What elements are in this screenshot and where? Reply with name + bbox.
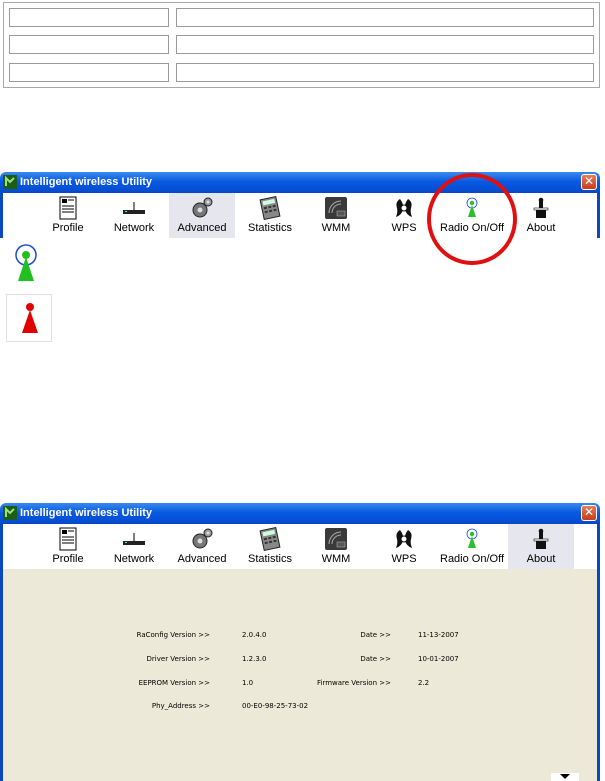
highlight-circle bbox=[427, 173, 517, 265]
table-row bbox=[9, 63, 594, 82]
eeprom-version-value: 1.0 bbox=[242, 679, 254, 687]
utility-window-about: Intelligent wireless Utility ✕ Profile N… bbox=[0, 503, 600, 781]
toolbar-item-network[interactable]: Network bbox=[101, 524, 167, 569]
radio-on-icon bbox=[15, 244, 37, 281]
empty-table bbox=[3, 2, 600, 88]
close-button[interactable]: ✕ bbox=[581, 505, 597, 521]
driver-version-value: 1.2.3.0 bbox=[242, 655, 267, 663]
about-panel: RaConfig Version >> 2.0.4.0 Date >> 11-1… bbox=[0, 569, 600, 781]
phy-address-label: Phy_Address >> bbox=[151, 702, 210, 710]
toolbar-item-advanced[interactable]: Advanced bbox=[169, 193, 235, 238]
toolbar-item-advanced[interactable]: Advanced bbox=[169, 524, 235, 569]
toolbar-label: Advanced bbox=[177, 553, 227, 565]
advanced-gear-icon bbox=[192, 528, 213, 549]
eeprom-version-label: EEPROM Version >> bbox=[138, 679, 210, 687]
toolbar-label: Statistics bbox=[247, 222, 292, 234]
app-icon bbox=[3, 506, 17, 520]
statistics-icon bbox=[259, 196, 281, 220]
toolbar-item-profile[interactable]: Profile bbox=[35, 193, 101, 238]
toolbar-item-wps[interactable]: WPS bbox=[371, 524, 437, 569]
table-row bbox=[9, 8, 594, 27]
radio-off-icon bbox=[22, 303, 38, 333]
firmware-version-value: 2.2 bbox=[418, 679, 430, 687]
toolbar-label: Network bbox=[113, 553, 155, 565]
raconfig-version-label: RaConfig Version >> bbox=[136, 631, 210, 639]
toolbar-label: Statistics bbox=[247, 553, 292, 565]
toolbar-label: Advanced bbox=[177, 222, 227, 234]
toolbar-label: WMM bbox=[321, 222, 351, 234]
toolbar: Profile Network Advanced Statistics WMM … bbox=[0, 524, 600, 569]
window-title: Intelligent wireless Utility bbox=[20, 507, 153, 519]
date-label: Date >> bbox=[360, 631, 391, 639]
date-value: 10-01-2007 bbox=[418, 655, 459, 663]
date-label: Date >> bbox=[360, 655, 391, 663]
wmm-icon bbox=[325, 197, 347, 219]
toolbar-item-wmm[interactable]: WMM bbox=[303, 193, 369, 238]
toolbar-item-profile[interactable]: Profile bbox=[35, 524, 101, 569]
app-icon bbox=[3, 175, 17, 189]
toolbar-item-radio[interactable]: Radio On/Off bbox=[437, 524, 507, 569]
table-cell bbox=[176, 63, 594, 82]
toolbar-item-network[interactable]: Network bbox=[101, 193, 167, 238]
wps-icon bbox=[396, 199, 412, 217]
raconfig-version-value: 2.0.4.0 bbox=[242, 631, 267, 639]
toolbar-label: Network bbox=[113, 222, 155, 234]
toolbar-label: Radio On/Off bbox=[440, 553, 504, 565]
wps-icon bbox=[396, 530, 412, 548]
table-row bbox=[9, 35, 594, 54]
toolbar-item-about[interactable]: About bbox=[508, 524, 574, 569]
close-button[interactable]: ✕ bbox=[581, 174, 597, 190]
firmware-version-label: Firmware Version >> bbox=[316, 679, 391, 687]
statistics-icon bbox=[259, 527, 281, 551]
table-cell bbox=[176, 8, 594, 27]
table-cell bbox=[9, 8, 169, 27]
toolbar-item-statistics[interactable]: Statistics bbox=[237, 193, 303, 238]
scroll-down-arrow-icon[interactable] bbox=[551, 773, 579, 781]
advanced-gear-icon bbox=[192, 197, 213, 218]
network-icon bbox=[123, 533, 145, 545]
profile-icon bbox=[59, 196, 77, 220]
radio-icon bbox=[466, 528, 478, 548]
title-bar[interactable]: Intelligent wireless Utility ✕ bbox=[0, 503, 600, 524]
toolbar-label: WMM bbox=[321, 553, 351, 565]
about-icon bbox=[533, 197, 549, 218]
profile-icon bbox=[59, 527, 77, 551]
date-value: 11-13-2007 bbox=[418, 631, 459, 639]
window-title: Intelligent wireless Utility bbox=[20, 176, 153, 188]
toolbar-item-statistics[interactable]: Statistics bbox=[237, 524, 303, 569]
toolbar-label: Profile bbox=[52, 222, 84, 234]
radio-off-frame bbox=[6, 294, 52, 342]
network-icon bbox=[123, 202, 145, 214]
toolbar-label: Profile bbox=[52, 553, 84, 565]
driver-version-label: Driver Version >> bbox=[146, 655, 210, 663]
wmm-icon bbox=[325, 528, 347, 550]
table-cell bbox=[9, 35, 169, 54]
phy-address-value: 00-E0-98-25-73-02 bbox=[242, 702, 309, 710]
toolbar-label: WPS bbox=[391, 553, 417, 565]
toolbar-item-wmm[interactable]: WMM bbox=[303, 524, 369, 569]
toolbar-label: About bbox=[526, 553, 556, 565]
table-cell bbox=[9, 63, 169, 82]
table-cell bbox=[176, 35, 594, 54]
about-icon bbox=[533, 528, 549, 549]
